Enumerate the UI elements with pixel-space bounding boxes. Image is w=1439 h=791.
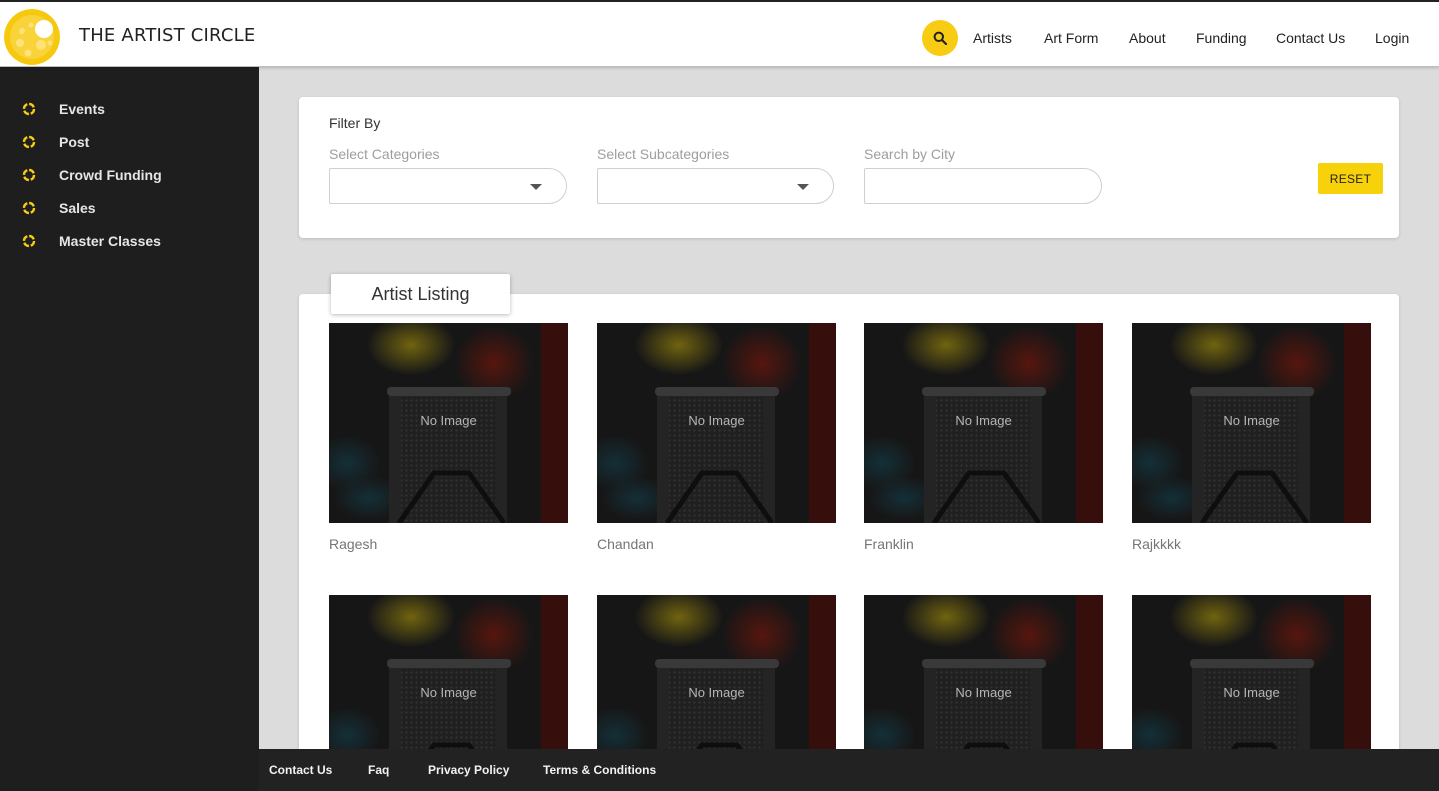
sidebar-item-events[interactable]: Events — [0, 97, 259, 121]
footer: Contact Us Faq Privacy Policy Terms & Co… — [259, 749, 1439, 791]
footer-faq[interactable]: Faq — [368, 763, 389, 777]
city-label: Search by City — [864, 146, 956, 162]
no-image-placeholder: No Image — [1223, 685, 1280, 700]
search-button[interactable] — [922, 20, 958, 56]
city-search-input[interactable] — [864, 168, 1102, 204]
sidebar: Events Post Crowd Funding Sales Master C… — [0, 67, 259, 791]
reset-button[interactable]: RESET — [1318, 163, 1383, 194]
footer-contact-us[interactable]: Contact Us — [269, 763, 332, 777]
sidebar-item-label: Post — [59, 134, 90, 150]
ring-icon — [22, 102, 36, 116]
top-header: THE ARTIST CIRCLE Artists Art Form About… — [0, 0, 1439, 67]
artist-name[interactable]: Ragesh — [329, 536, 377, 552]
artist-name[interactable]: Chandan — [597, 536, 654, 552]
ring-icon — [22, 234, 36, 248]
nav-artists[interactable]: Artists — [973, 30, 1012, 46]
footer-privacy-policy[interactable]: Privacy Policy — [428, 763, 509, 777]
sidebar-item-label: Master Classes — [59, 233, 161, 249]
artist-name[interactable]: Rajkkkk — [1132, 536, 1181, 552]
nav-funding[interactable]: Funding — [1196, 30, 1247, 46]
categories-label: Select Categories — [329, 146, 440, 162]
categories-select[interactable] — [329, 168, 567, 204]
footer-terms-conditions[interactable]: Terms & Conditions — [543, 763, 656, 777]
no-image-placeholder: No Image — [955, 685, 1012, 700]
ring-icon — [22, 135, 36, 149]
search-icon — [933, 31, 947, 45]
artist-listing-panel: No Image Ragesh No Image Chandan No Imag… — [299, 294, 1399, 791]
no-image-placeholder: No Image — [420, 685, 477, 700]
no-image-placeholder: No Image — [688, 413, 745, 428]
ring-icon — [22, 201, 36, 215]
sidebar-item-sales[interactable]: Sales — [0, 196, 259, 220]
caret-down-icon — [530, 184, 542, 190]
nav-contact-us[interactable]: Contact Us — [1276, 30, 1345, 46]
nav-art-form[interactable]: Art Form — [1044, 30, 1098, 46]
sidebar-item-crowd-funding[interactable]: Crowd Funding — [0, 163, 259, 187]
brand-title[interactable]: THE ARTIST CIRCLE — [79, 25, 255, 46]
sidebar-item-label: Crowd Funding — [59, 167, 162, 183]
subcategories-label: Select Subcategories — [597, 146, 730, 162]
sidebar-item-master-classes[interactable]: Master Classes — [0, 229, 259, 253]
filter-panel: Filter By Select Categories Select Subca… — [299, 97, 1399, 238]
nav-about[interactable]: About — [1129, 30, 1166, 46]
no-image-placeholder: No Image — [688, 685, 745, 700]
artist-thumbnail[interactable]: No Image — [1132, 323, 1371, 523]
no-image-placeholder: No Image — [420, 413, 477, 428]
sidebar-item-post[interactable]: Post — [0, 130, 259, 154]
subcategories-select[interactable] — [597, 168, 834, 204]
artist-thumbnail[interactable]: No Image — [597, 323, 836, 523]
artist-thumbnail[interactable]: No Image — [329, 323, 568, 523]
ring-icon — [22, 168, 36, 182]
artist-listing-tab[interactable]: Artist Listing — [331, 274, 510, 314]
sidebar-item-label: Events — [59, 101, 105, 117]
no-image-placeholder: No Image — [955, 413, 1012, 428]
filter-title: Filter By — [329, 115, 381, 131]
nav-login[interactable]: Login — [1375, 30, 1409, 46]
caret-down-icon — [797, 184, 809, 190]
sidebar-item-label: Sales — [59, 200, 96, 216]
no-image-placeholder: No Image — [1223, 413, 1280, 428]
artist-circle-logo-icon[interactable] — [4, 9, 60, 65]
artist-thumbnail[interactable]: No Image — [864, 323, 1103, 523]
artist-name[interactable]: Franklin — [864, 536, 914, 552]
